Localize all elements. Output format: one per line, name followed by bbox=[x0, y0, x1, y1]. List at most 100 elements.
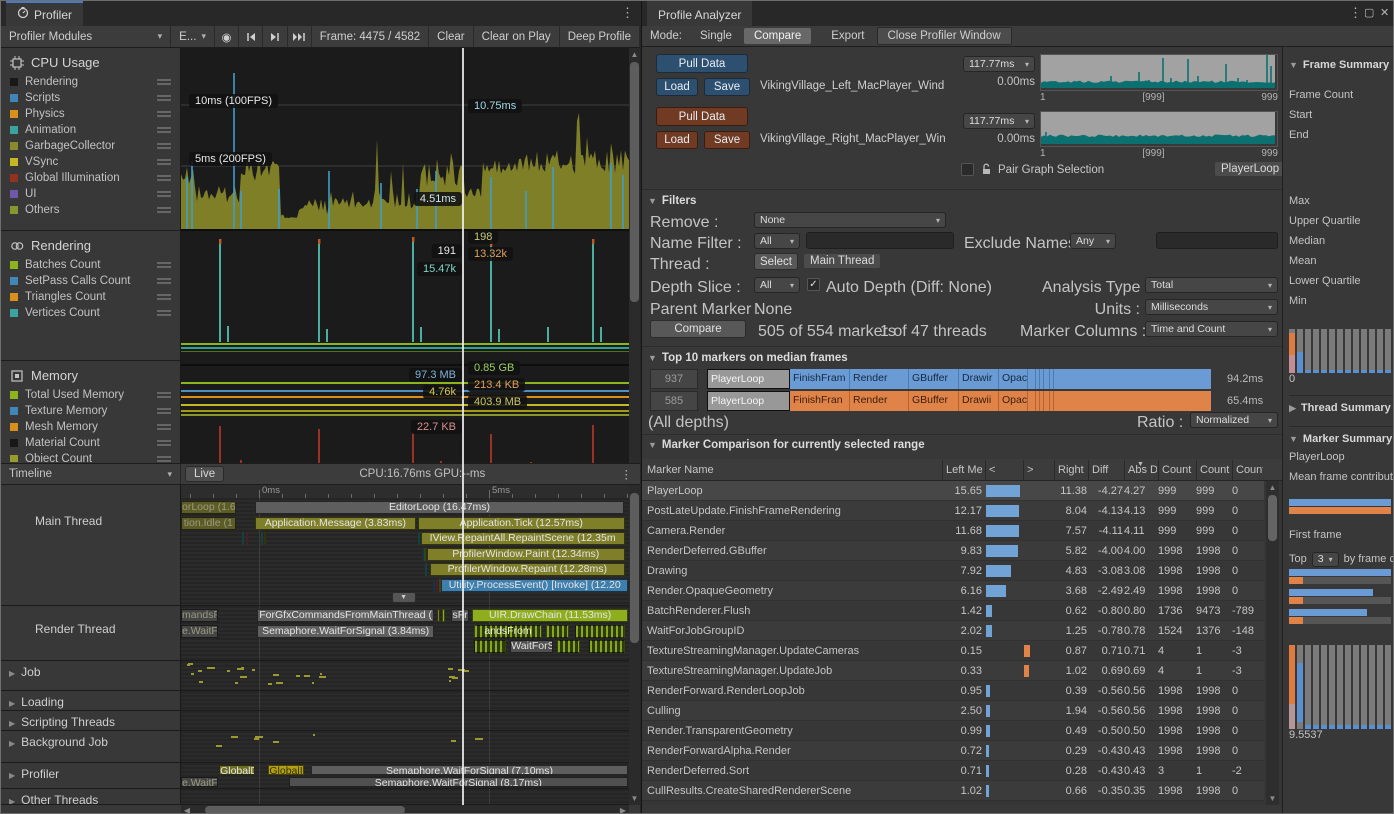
name-filter-mode-dropdown[interactable]: All▾ bbox=[754, 233, 800, 249]
table-row[interactable]: Drawing7.924.83-3.083.08199819980 bbox=[642, 561, 1264, 581]
timeline-bar[interactable] bbox=[575, 625, 624, 638]
table-row[interactable]: TextureStreamingManager.UpdateJob0.331.0… bbox=[642, 661, 1264, 681]
timeline-bar[interactable] bbox=[557, 640, 579, 653]
tab-profile-analyzer[interactable]: Profile Analyzer bbox=[647, 1, 752, 26]
timeline-menu-icon[interactable]: ⋮ bbox=[621, 467, 641, 481]
top10-segment[interactable] bbox=[1028, 391, 1036, 411]
table-scrollbar-thumb[interactable] bbox=[1268, 495, 1277, 541]
drag-handle-icon[interactable] bbox=[157, 294, 171, 300]
foldout-icon[interactable]: ▶ bbox=[9, 719, 15, 728]
remove-dropdown[interactable]: None▾ bbox=[754, 212, 946, 228]
top10-segment-finishfram[interactable]: FinishFram bbox=[790, 369, 850, 389]
legend-item-global-illumination[interactable]: Global Illumination bbox=[1, 170, 180, 186]
marker-histogram[interactable] bbox=[1289, 645, 1394, 729]
table-row[interactable]: Render.OpaqueGeometry6.163.68-2.492.4919… bbox=[642, 581, 1264, 601]
drag-handle-icon[interactable] bbox=[157, 79, 171, 85]
legend-item-total-used-memory[interactable]: Total Used Memory bbox=[1, 387, 180, 403]
maximize-icon[interactable]: ▢ bbox=[1364, 6, 1374, 19]
legend-item-object-count[interactable]: Object Count bbox=[1, 451, 180, 462]
collapse-lanes-button[interactable]: ▼ bbox=[392, 592, 416, 603]
table-row[interactable]: Render.TransparentGeometry0.990.49-0.500… bbox=[642, 721, 1264, 741]
timeline-bar[interactable] bbox=[242, 532, 244, 545]
thread-lanes-profiler[interactable]: GlobalD:GlobalIDSemaphore.WaitForSignal … bbox=[181, 763, 629, 788]
thread-lanes-job[interactable] bbox=[181, 661, 629, 690]
thread-select-button[interactable]: Select bbox=[754, 253, 798, 270]
timeline-vscrollbar-thumb[interactable] bbox=[630, 493, 639, 643]
column-header-marker-name-0[interactable]: Marker Name bbox=[647, 460, 940, 480]
close-icon[interactable]: ✕ bbox=[1380, 6, 1389, 19]
timeline-bar-orloop-1-6[interactable]: orLoop (1.6 bbox=[181, 501, 236, 514]
timeline-bar[interactable] bbox=[439, 579, 441, 592]
marker-columns-dropdown[interactable]: Time and Count▾ bbox=[1145, 321, 1278, 337]
timeline-bar-mandsfromm[interactable]: mandsFromM bbox=[181, 609, 218, 622]
scroll-down-icon[interactable]: ▼ bbox=[1266, 794, 1279, 803]
frames-graph-right[interactable]: 33.00ms bbox=[1040, 111, 1278, 147]
column-header-count-9[interactable]: Count bbox=[1232, 460, 1263, 480]
drag-handle-icon[interactable] bbox=[157, 191, 171, 197]
timeline-bar-profilerwindow-paint-12-34ms[interactable]: ProfilerWindow.Paint (12.34ms) bbox=[427, 548, 625, 561]
drag-handle-icon[interactable] bbox=[157, 408, 171, 414]
name-filter-input[interactable] bbox=[806, 232, 954, 249]
timeline-bar-e-waitforsigna[interactable]: e.WaitForSigna bbox=[181, 625, 218, 638]
timeline-vscrollbar[interactable]: ▼ bbox=[629, 485, 640, 805]
timeline-bar[interactable] bbox=[424, 548, 426, 561]
depth-slice-dropdown[interactable]: All▾ bbox=[754, 277, 800, 293]
timeline-bar-semaphore-waitforsignal-7-10ms[interactable]: Semaphore.WaitForSignal (7.10ms) bbox=[311, 765, 628, 775]
legend-item-garbagecollector[interactable]: GarbageCollector bbox=[1, 138, 180, 154]
timeline-bar-utility-processevent-invoke-12[interactable]: Utility.ProcessEvent() [Invoke] (12.20 bbox=[441, 579, 628, 592]
thread-label-loading[interactable]: ▶Loading bbox=[1, 691, 181, 710]
top10-segment-drawir[interactable]: Drawir bbox=[959, 369, 999, 389]
legend-item-texture-memory[interactable]: Texture Memory bbox=[1, 403, 180, 419]
cpu-usage-chart[interactable] bbox=[181, 48, 629, 236]
thread-label-profiler[interactable]: ▶Profiler bbox=[1, 763, 181, 788]
thread-lanes-render-thread[interactable]: mandsFromM ForGfxCommandsFromMainThread (… bbox=[181, 606, 629, 660]
top10-segment-render[interactable]: Render bbox=[850, 391, 909, 411]
close-profiler-window-button[interactable]: Close Profiler Window bbox=[877, 27, 1012, 45]
load-right-button[interactable]: Load bbox=[656, 131, 698, 149]
drag-handle-icon[interactable] bbox=[157, 440, 171, 446]
timeline-bar-semaphore-waitforsignal-3-84ms[interactable]: Semaphore.WaitForSignal (3.84ms) bbox=[257, 625, 434, 638]
table-row[interactable]: CullResults.CreateSharedRendererScene1.0… bbox=[642, 781, 1264, 801]
timeline-hscrollbar-thumb[interactable] bbox=[205, 806, 405, 814]
timeline-bar-iview-repaintall-repaintscene-[interactable]: IView.RepaintAll.RepaintScene (12.35m bbox=[421, 532, 625, 545]
table-scrollbar[interactable]: ▲▼ bbox=[1266, 481, 1279, 805]
timeline-bar-waitforsig[interactable]: WaitForSig bbox=[510, 640, 553, 653]
module-memory[interactable]: Memory Total Used MemoryTexture MemoryMe… bbox=[1, 361, 180, 462]
range-left-dropdown[interactable]: 117.77ms▾ bbox=[963, 56, 1035, 72]
pull-data-right-button[interactable]: Pull Data bbox=[656, 107, 748, 126]
timeline-bar-application-tick-12-57ms[interactable]: Application.Tick (12.57ms) bbox=[418, 517, 625, 530]
table-row[interactable]: BatchRenderer.Flush1.420.62-0.800.801736… bbox=[642, 601, 1264, 621]
timeline-bar[interactable] bbox=[261, 532, 263, 545]
timeline-bar[interactable] bbox=[425, 563, 427, 576]
timeline-bar[interactable] bbox=[437, 609, 440, 622]
top10-segment-render[interactable]: Render bbox=[850, 369, 909, 389]
foldout-icon[interactable]: ▶ bbox=[9, 699, 15, 708]
drag-handle-icon[interactable] bbox=[157, 207, 171, 213]
column-header-count-8[interactable]: Count bbox=[1196, 460, 1231, 480]
drag-handle-icon[interactable] bbox=[157, 310, 171, 316]
timeline-bar-globald[interactable]: GlobalD: bbox=[219, 765, 255, 775]
deep-profile-button[interactable]: Deep Profile bbox=[560, 26, 640, 47]
thread-lanes-background-job[interactable] bbox=[181, 731, 629, 762]
drag-handle-icon[interactable] bbox=[157, 95, 171, 101]
legend-item-vsync[interactable]: VSync bbox=[1, 154, 180, 170]
legend-item-mesh-memory[interactable]: Mesh Memory bbox=[1, 419, 180, 435]
thread-lanes-loading[interactable] bbox=[181, 691, 629, 710]
analyzer-menu-icon[interactable]: ⋮ bbox=[1349, 5, 1362, 21]
top-n-dropdown[interactable]: 3▾ bbox=[1312, 552, 1339, 567]
load-left-button[interactable]: Load bbox=[656, 78, 698, 96]
clear-on-play-button[interactable]: Clear on Play bbox=[474, 26, 560, 47]
thread-lanes-main-thread[interactable]: orLoop (1.6EditorLoop (16.47ms)tion.Idle… bbox=[181, 498, 629, 605]
charts-scrollbar-thumb[interactable] bbox=[630, 62, 639, 302]
frame-summary-header[interactable]: ▼Frame Summary bbox=[1289, 59, 1394, 77]
timeline-bar-forgfxcommandsfrommainthread[interactable]: ForGfxCommandsFromMainThread ( bbox=[257, 609, 434, 622]
timeline-bar-editorloop-16-47ms[interactable]: EditorLoop (16.47ms) bbox=[255, 501, 624, 514]
prev-frame-button[interactable] bbox=[239, 26, 263, 47]
timeline-bar-uir-drawchain-11-53ms[interactable]: UIR.DrawChain (11.53ms) bbox=[472, 609, 628, 622]
module-rendering[interactable]: Rendering Batches CountSetPass Calls Cou… bbox=[1, 231, 180, 361]
top10-row[interactable]: 937PlayerLoopFinishFramRenderGBufferDraw… bbox=[642, 369, 1282, 389]
scroll-down-icon[interactable]: ▼ bbox=[629, 794, 640, 803]
column-header-left-med-1[interactable]: Left Med bbox=[942, 460, 982, 480]
drag-handle-icon[interactable] bbox=[157, 175, 171, 181]
next-frame-button[interactable] bbox=[263, 26, 287, 47]
